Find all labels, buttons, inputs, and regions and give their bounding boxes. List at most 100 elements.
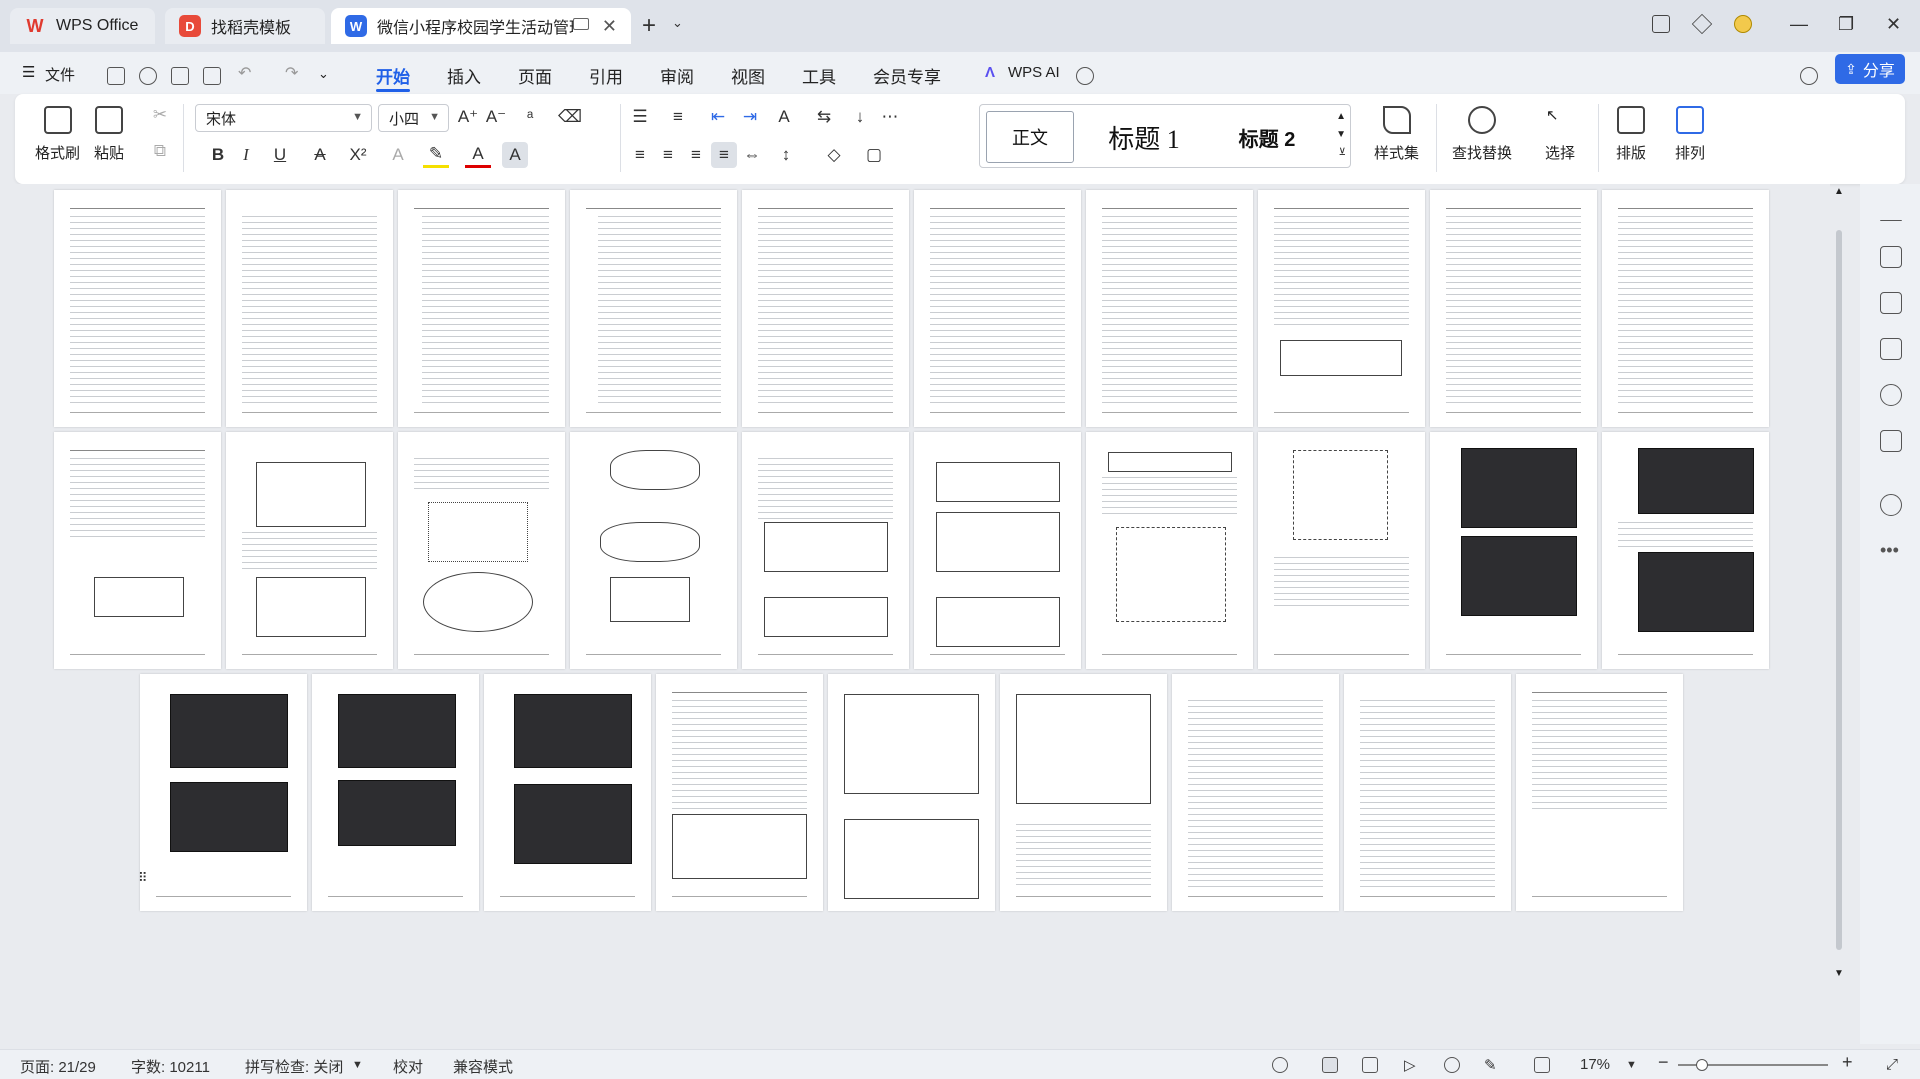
sort-icon[interactable]: ↓ [847,104,873,130]
page-thumbnail[interactable] [226,190,393,427]
page-thumbnail[interactable] [1000,674,1167,911]
page-thumbnail[interactable] [828,674,995,911]
tab-tools[interactable]: 工具 [802,63,836,88]
scroll-up-icon[interactable]: ▲ [1834,186,1844,197]
page-thumbnail[interactable] [914,190,1081,427]
layout-button[interactable]: 排版 [1616,106,1646,163]
page-thumbnail[interactable] [1086,432,1253,669]
pen-mode-icon[interactable]: ✎ [1484,1056,1497,1074]
web-view-icon[interactable] [1444,1057,1460,1073]
page-thumbnail[interactable] [1516,674,1683,911]
chevron-up-icon[interactable]: ▲ [1336,111,1346,122]
align-center-icon[interactable]: ≡ [655,142,681,168]
zoom-slider-knob[interactable] [1696,1059,1708,1071]
page-thumbnail[interactable] [1258,432,1425,669]
page-thumbnail[interactable] [398,190,565,427]
proofread-button[interactable]: 校对 [393,1056,423,1077]
style-set-button[interactable]: 样式集 [1374,106,1419,163]
italic-icon[interactable]: I [233,142,259,168]
scroll-thumb[interactable] [1836,230,1842,950]
font-size-select[interactable]: 小四 ▼ [378,104,449,132]
collapse-icon[interactable] [1880,220,1902,222]
share-button[interactable]: ⇪ 分享 [1835,54,1905,84]
monitor-icon[interactable] [573,18,589,30]
borders-icon[interactable]: ▢ [861,142,887,168]
document-canvas[interactable]: ⠿ [0,184,1830,1044]
zoom-out-icon[interactable]: − [1658,1052,1669,1073]
expand-styles-icon[interactable]: ⊻ [1339,147,1346,158]
word-count[interactable]: 字数: 10211 [131,1056,210,1077]
highlight-icon[interactable]: ✎ [423,142,449,168]
cube-icon[interactable] [1691,13,1713,35]
zoom-level[interactable]: 17% [1580,1056,1610,1073]
bullet-list-icon[interactable]: ☰ [627,104,653,130]
format-painter-button[interactable]: 格式刷 [35,106,80,163]
page-thumbnail[interactable] [1086,190,1253,427]
text-direction-icon[interactable]: A [771,104,797,130]
scroll-down-icon[interactable]: ▼ [1834,968,1844,979]
redo-icon[interactable]: ↷ [285,63,298,83]
page-thumbnail[interactable] [742,190,909,427]
font-name-select[interactable]: 宋体 ▼ [195,104,372,132]
page-thumbnail[interactable] [398,432,565,669]
adjust-icon[interactable] [1880,338,1902,360]
page-thumbnail[interactable] [1258,190,1425,427]
pen-icon[interactable] [1880,246,1902,268]
style-heading-2[interactable]: 标题 2 [1212,111,1322,163]
tab-references[interactable]: 引用 [589,63,623,88]
page-thumbnail[interactable] [1602,190,1769,427]
tab-list-chevron-icon[interactable]: ⌄ [672,15,683,31]
align-right-icon[interactable]: ≡ [683,142,709,168]
line-break-icon[interactable]: ⇆ [811,104,837,130]
page-thumbnail[interactable] [1602,432,1769,669]
tab-docer-templates[interactable]: D 找稻壳模板 [165,8,325,44]
grow-font-icon[interactable]: A⁺ [455,104,481,130]
align-left-icon[interactable]: ≡ [627,142,653,168]
play-icon[interactable]: ▷ [1404,1056,1416,1074]
increase-indent-icon[interactable]: ⇥ [737,104,763,130]
tab-page[interactable]: 页面 [518,63,552,88]
style-heading-1[interactable]: 标题 1 [1084,111,1204,163]
text-effect-icon[interactable]: A [385,142,411,168]
page-thumbnail[interactable] [54,190,221,427]
minimize-icon[interactable]: — [1790,14,1808,35]
chevron-down-icon[interactable]: ▼ [352,1059,363,1071]
more-icon[interactable]: ••• [1880,540,1899,561]
tab-wps-office[interactable]: W WPS Office [10,8,155,44]
page-indicator[interactable]: 页面: 21/29 [20,1056,96,1077]
fullscreen-icon[interactable]: ⤢ [1886,1056,1898,1073]
tools-icon[interactable] [1880,430,1902,452]
avatar[interactable] [1734,15,1752,33]
cursor-icon[interactable] [1880,292,1902,314]
decrease-indent-icon[interactable]: ⇤ [705,104,731,130]
eye-icon[interactable] [1272,1057,1288,1073]
page-thumbnail[interactable] [484,674,651,911]
font-color-icon[interactable]: A [465,142,491,168]
chevron-down-icon[interactable]: ▼ [1336,129,1346,140]
superscript-icon[interactable]: X² [345,142,371,168]
underline-icon[interactable]: U [267,142,293,168]
char-shading-icon[interactable]: A [502,142,528,168]
numbered-list-icon[interactable]: ≡ [665,104,691,130]
outline-view-icon[interactable] [1362,1057,1378,1073]
clear-format-icon[interactable]: ⌫ [557,104,583,130]
page-thumbnail[interactable] [1172,674,1339,911]
print-icon[interactable] [171,67,189,85]
page-thumbnail[interactable] [1430,190,1597,427]
tab-insert[interactable]: 插入 [447,63,481,88]
drag-handle-icon[interactable]: ⠿ [138,870,148,886]
shading-icon[interactable]: ◇ [821,142,847,168]
tab-review[interactable]: 审阅 [660,63,694,88]
page-thumbnail[interactable] [1344,674,1511,911]
tab-home[interactable]: 开始 [376,63,410,88]
search-icon[interactable] [1076,67,1094,85]
page-thumbnail[interactable] [656,674,823,911]
line-spacing-icon[interactable]: ↕ [773,142,799,168]
quick-access-chevron-icon[interactable]: ⌄ [318,66,329,82]
arrange-button[interactable]: 排列 [1675,106,1705,163]
chat-icon[interactable] [1800,67,1818,85]
help-icon[interactable] [1880,494,1902,516]
share-link-icon[interactable] [139,67,157,85]
close-window-icon[interactable]: ✕ [1886,14,1901,35]
cut-icon[interactable]: ✂ [147,102,173,128]
